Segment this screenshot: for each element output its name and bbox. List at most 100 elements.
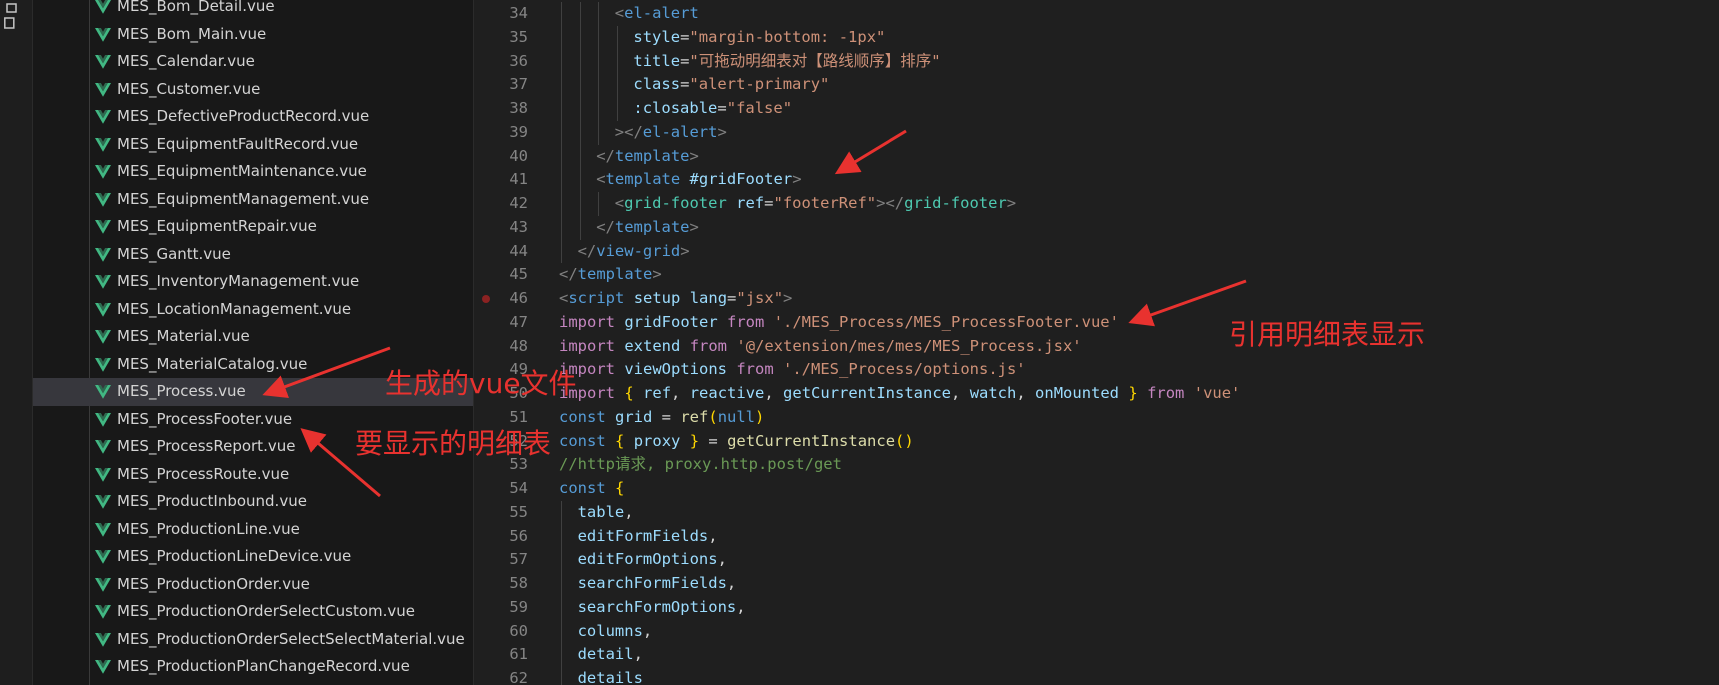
file-item[interactable]: MES_Bom_Main.vue <box>33 21 473 49</box>
code-text: import gridFooter from './MES_Process/ME… <box>559 311 1119 335</box>
indent-guide <box>598 192 600 216</box>
code-token: searchFormOptions <box>577 597 737 616</box>
code-text: :closable="false" <box>633 97 792 121</box>
file-item[interactable]: MES_EquipmentFaultRecord.vue <box>33 131 473 159</box>
code-token: ( <box>708 407 718 426</box>
vue-file-icon <box>95 110 111 124</box>
file-item[interactable]: MES_DefectiveProductRecord.vue <box>33 103 473 131</box>
line-number: 59 <box>509 597 528 616</box>
code-token: < <box>596 170 606 189</box>
code-text: <grid-footer ref="footerRef"></grid-foot… <box>615 192 1016 216</box>
code-token: = <box>727 289 737 307</box>
file-item[interactable]: MES_Calendar.vue <box>33 48 473 76</box>
code-text: columns, <box>578 620 653 644</box>
line-number: 45 <box>509 265 528 284</box>
file-item[interactable]: MES_LocationManagement.vue <box>33 296 473 324</box>
vue-file-icon <box>95 82 111 97</box>
file-item[interactable]: MES_ProductionLine.vue <box>33 516 473 544</box>
indent-guide <box>561 595 562 620</box>
file-item[interactable]: MES_ProductInbound.vue <box>33 488 473 516</box>
code-text: </template> <box>596 216 699 240</box>
code-text: <script setup lang="jsx"> <box>559 287 792 311</box>
code-line: 53 //http请求, proxy.http.post/get <box>474 453 1719 477</box>
file-item[interactable]: MES_Customer.vue <box>33 76 473 104</box>
file-item[interactable]: MES_InventoryManagement.vue <box>33 268 473 296</box>
file-name: MES_InventoryManagement.vue <box>117 272 360 290</box>
code-token: ></ <box>876 194 905 212</box>
code-token: class <box>633 75 681 94</box>
file-item[interactable]: MES_Material.vue <box>33 323 473 351</box>
vue-file-icon <box>95 550 111 564</box>
file-explorer: MES_Bom_Detail.vue MES_Bom_Main.vue MES_Ca… <box>33 0 474 685</box>
code-line: 36 title="可拖动明细表对【路线顺序】排序" <box>474 49 1719 74</box>
code-line: 50 import { ref, reactive, getCurrentInst… <box>474 382 1719 406</box>
code-editor[interactable]: 34 <el-alert 35 style="margin-bottom: -1px"… <box>474 0 1719 685</box>
code-token: editFormFields <box>577 526 709 545</box>
code-token: editFormOptions <box>577 550 718 569</box>
code-line: 46 <script setup lang="jsx"> <box>474 287 1719 311</box>
code-token: template <box>605 170 681 189</box>
code-token: , <box>764 384 784 402</box>
code-token: from <box>727 312 765 331</box>
file-item[interactable]: MES_ProductionLineDevice.vue <box>33 543 473 571</box>
file-item[interactable]: MES_ProcessReport.vue <box>33 433 473 461</box>
explorer-icon[interactable] <box>4 2 18 30</box>
line-number: 54 <box>509 479 528 497</box>
file-name: MES_ProductionPlanChangeRecord.vue <box>117 657 410 675</box>
line-number: 41 <box>509 170 528 189</box>
code-token: proxy <box>633 431 681 450</box>
code-token: = <box>680 75 690 94</box>
code-text: class="alert-primary" <box>633 73 829 97</box>
code-token: } <box>689 431 700 450</box>
code-line: 51 const grid = ref(null) <box>474 406 1719 430</box>
code-token: </ <box>596 217 615 236</box>
code-token: extend <box>624 336 681 355</box>
code-token: { <box>615 431 625 450</box>
code-token: "alert-primary" <box>689 75 830 94</box>
code-text: import extend from '@/extension/mes/mes/… <box>559 335 1082 359</box>
code-token: '@/extension/mes/mes/MES_Process.jsx' <box>736 336 1082 355</box>
code-token: ) <box>755 407 765 426</box>
file-item[interactable]: MES_Bom_Detail.vue <box>33 0 473 21</box>
code-token: { <box>615 479 625 497</box>
file-item[interactable]: MES_ProductionOrderSelectSelectMaterial.… <box>33 626 473 654</box>
file-item[interactable]: MES_ProcessFooter.vue <box>33 406 473 434</box>
file-item[interactable]: MES_MaterialCatalog.vue <box>33 351 473 379</box>
file-item[interactable]: MES_ProductionPlanChangeRecord.vue <box>33 653 473 681</box>
code-token: , <box>951 384 970 402</box>
file-item[interactable]: MES_ProductionOrderSelectCustom.vue <box>33 598 473 626</box>
code-token: > <box>783 289 793 307</box>
file-name: MES_ProductionLine.vue <box>117 519 300 538</box>
code-token: "可拖动明细表对【路线顺序】排序" <box>689 51 941 70</box>
code-token: const <box>559 407 606 426</box>
indent-guide <box>579 192 581 216</box>
code-text: searchFormFields, <box>578 572 737 596</box>
file-item[interactable]: MES_EquipmentRepair.vue <box>33 213 473 241</box>
code-token: , <box>671 384 690 402</box>
code-text: <el-alert <box>615 2 699 26</box>
code-line: 56 editFormFields, <box>474 524 1719 549</box>
file-item[interactable]: MES_EquipmentManagement.vue <box>33 186 473 214</box>
code-token: "false" <box>726 99 793 117</box>
indent-guide <box>598 49 600 74</box>
file-item[interactable]: MES_Gantt.vue <box>33 241 473 269</box>
vue-file-icon <box>95 357 111 372</box>
file-item[interactable]: MES_ProcessRoute.vue <box>33 461 473 489</box>
file-item[interactable]: MES_Process.vue <box>33 378 473 406</box>
code-token: #gridFooter <box>689 170 793 189</box>
vue-file-icon <box>95 440 111 454</box>
code-text: const { proxy } = getCurrentInstance() <box>559 430 914 454</box>
code-token: > <box>1006 194 1017 212</box>
code-text: table, <box>578 501 634 525</box>
code-token: import <box>559 336 615 355</box>
file-item[interactable]: MES_EquipmentMaintenance.vue <box>33 158 473 186</box>
file-item[interactable]: MES_ProductionOrder.vue <box>33 571 473 599</box>
code-token: table <box>577 502 625 521</box>
code-token: './MES_Process/options.js' <box>783 360 1026 379</box>
line-number: 55 <box>509 502 528 521</box>
